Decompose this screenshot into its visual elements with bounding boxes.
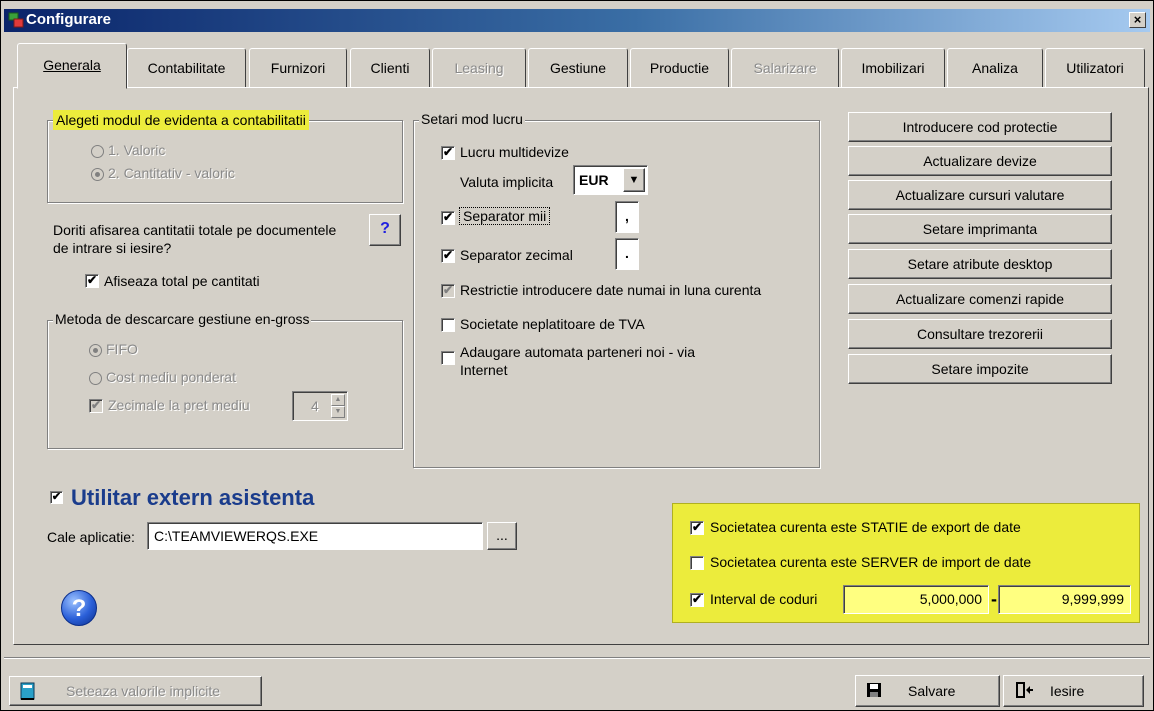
radio-cost-mediu[interactable] <box>89 372 102 385</box>
restrict-month-checkbox[interactable]: ✔ <box>441 284 455 298</box>
assistance-title: Utilitar extern asistenta <box>71 485 315 510</box>
floppy-disk-icon <box>866 682 882 701</box>
assistance-checkbox[interactable]: ✔ <box>50 491 63 504</box>
export-station-checkbox[interactable]: ✔ <box>690 521 704 535</box>
set-defaults-button[interactable]: Seteaza valorile implicite <box>9 676 262 706</box>
taxes-setup-button[interactable]: Setare impozite <box>848 354 1112 384</box>
app-path-input[interactable]: C:\TEAMVIEWERQS.EXE <box>147 522 483 550</box>
desktop-attributes-button[interactable]: Setare atribute desktop <box>848 249 1112 279</box>
app-icon <box>8 12 24 28</box>
default-currency-label: Valuta implicita <box>460 174 554 190</box>
decimals-spinner[interactable]: 4 ▲ ▼ <box>292 391 348 421</box>
radio-cost-mediu-label: Cost mediu ponderat <box>106 369 236 385</box>
interval-from-input[interactable]: 5,000,000 <box>843 585 989 614</box>
accounting-mode-legend: Alegeti modul de evidenta a contabilitat… <box>53 110 309 130</box>
thousands-sep-checkbox[interactable]: ✔ <box>441 211 455 225</box>
notebook-icon <box>18 681 38 704</box>
exit-label: Iesire <box>1050 683 1085 699</box>
radio-valoric[interactable] <box>91 145 104 158</box>
currency-select-value: EUR <box>579 172 609 188</box>
exit-door-icon <box>1014 681 1034 702</box>
totals-checkbox[interactable]: ✔ <box>85 274 99 288</box>
totals-question-line1: Doriti afisarea cantitatii totale pe doc… <box>53 222 337 238</box>
footer-separator <box>4 657 1150 659</box>
interval-to-input[interactable]: 9,999,999 <box>998 585 1131 614</box>
radio-fifo-label: FIFO <box>106 341 138 357</box>
totals-question-line2: de intrare si iesire? <box>53 240 172 256</box>
interval-checkbox[interactable]: ✔ <box>690 593 704 607</box>
tab-generala[interactable]: Generala <box>17 43 127 89</box>
multi-currency-checkbox[interactable]: ✔ <box>441 146 455 160</box>
auto-partners-line1: Adaugare automata parteneri noi - via <box>460 344 696 360</box>
multi-currency-label: Lucru multidevize <box>460 144 569 160</box>
auto-partners-checkbox[interactable] <box>441 351 455 365</box>
work-settings-legend: Setari mod lucru <box>419 111 525 127</box>
tab-salarizare[interactable]: Salarizare <box>731 48 839 88</box>
decimals-spinner-value: 4 <box>311 398 319 414</box>
decimal-sep-checkbox[interactable]: ✔ <box>441 249 455 263</box>
accounting-mode-group <box>47 120 403 203</box>
save-button[interactable]: Salvare <box>855 675 1000 707</box>
decimals-checkbox[interactable]: ✔ <box>89 399 103 413</box>
title-bar[interactable]: Configurare × <box>4 9 1150 32</box>
radio-fifo[interactable] <box>89 344 102 357</box>
tab-analiza[interactable]: Analiza <box>947 48 1043 88</box>
decimal-sep-label: Separator zecimal <box>460 247 573 263</box>
tab-furnizori[interactable]: Furnizori <box>249 48 347 88</box>
printer-setup-button[interactable]: Setare imprimanta <box>848 214 1112 244</box>
restrict-month-label: Restrictie introducere date numai in lun… <box>460 282 762 298</box>
thousands-sep-label: Separator mii <box>459 207 551 225</box>
spinner-down-icon[interactable]: ▼ <box>331 406 345 418</box>
decimals-checkbox-label: Zecimale la pret mediu <box>108 397 250 413</box>
exit-button[interactable]: Iesire <box>1003 675 1144 707</box>
protection-code-button[interactable]: Introducere cod protectie <box>848 112 1112 142</box>
auto-partners-line2: Internet <box>460 362 508 378</box>
app-path-label: Cale aplicatie: <box>47 529 135 545</box>
import-server-checkbox[interactable] <box>690 556 704 570</box>
set-defaults-label: Seteaza valorile implicite <box>66 683 221 699</box>
browse-button[interactable]: ... <box>487 522 517 550</box>
vat-label: Societate neplatitoare de TVA <box>460 316 645 332</box>
thousands-sep-input[interactable]: , <box>615 201 639 233</box>
tab-leasing[interactable]: Leasing <box>432 48 526 88</box>
shortcuts-update-button[interactable]: Actualizare comenzi rapide <box>848 284 1112 314</box>
tab-productie[interactable]: Productie <box>630 48 729 88</box>
spinner-up-icon[interactable]: ▲ <box>331 394 345 406</box>
tab-contabilitate[interactable]: Contabilitate <box>127 48 246 88</box>
update-currencies-button[interactable]: Actualizare devize <box>848 146 1112 176</box>
radio-cantitativ-valoric[interactable] <box>91 168 104 181</box>
window-title: Configurare <box>26 11 112 28</box>
export-station-label: Societatea curenta este STATIE de export… <box>710 519 1021 535</box>
chevron-down-icon[interactable]: ▼ <box>623 168 645 192</box>
radio-cantitativ-valoric-label: 2. Cantitativ - valoric <box>108 165 235 181</box>
totals-help-button[interactable]: ? <box>369 214 401 246</box>
help-icon[interactable]: ? <box>61 590 97 626</box>
totals-checkbox-label: Afiseaza total pe cantitati <box>104 273 260 289</box>
interval-label: Interval de coduri <box>710 591 818 607</box>
stock-method-legend: Metoda de descarcare gestiune en-gross <box>53 311 312 327</box>
tab-clienti[interactable]: Clienti <box>350 48 430 88</box>
update-exchange-rates-button[interactable]: Actualizare cursuri valutare <box>848 180 1112 210</box>
interval-separator: - <box>991 589 997 609</box>
currency-select[interactable]: EUR ▼ <box>573 165 648 195</box>
close-button[interactable]: × <box>1129 12 1146 28</box>
tab-gestiune[interactable]: Gestiune <box>528 48 628 88</box>
radio-valoric-label: 1. Valoric <box>108 142 166 158</box>
decimal-sep-input[interactable]: . <box>615 238 639 270</box>
tab-imobilizari[interactable]: Imobilizari <box>841 48 945 88</box>
treasury-button[interactable]: Consultare trezorerii <box>848 319 1112 349</box>
save-label: Salvare <box>908 683 956 699</box>
import-server-label: Societatea curenta este SERVER de import… <box>710 554 1032 570</box>
tab-utilizatori[interactable]: Utilizatori <box>1045 48 1145 88</box>
vat-checkbox[interactable] <box>441 318 455 332</box>
